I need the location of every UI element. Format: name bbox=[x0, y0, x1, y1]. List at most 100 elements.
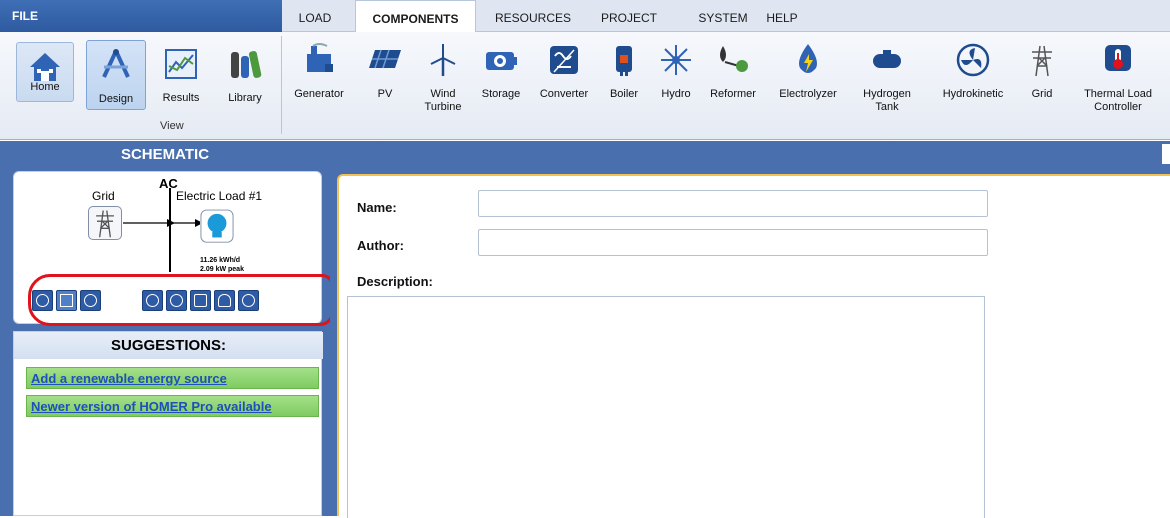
boiler-icon bbox=[616, 46, 632, 76]
load-peak: 2.09 kW peak bbox=[200, 266, 244, 273]
electrolyzer-icon bbox=[799, 44, 817, 73]
hydrogen-tank-icon bbox=[873, 50, 901, 68]
wind-turbine-icon bbox=[430, 44, 456, 76]
electrolyzer-label: Electrolyzer bbox=[779, 88, 837, 100]
wind-turbine-button[interactable]: Wind Turbine bbox=[417, 36, 469, 113]
converter-button[interactable]: Converter bbox=[532, 36, 596, 106]
hydrogen-tank-label: Hydrogen Tank bbox=[863, 88, 911, 113]
grid-node[interactable] bbox=[88, 206, 122, 240]
pv-button[interactable]: PV bbox=[360, 36, 410, 106]
description-textarea[interactable] bbox=[347, 296, 985, 518]
chart-icon bbox=[165, 49, 197, 79]
add-economics-shortcut[interactable] bbox=[142, 290, 163, 311]
author-input[interactable] bbox=[478, 229, 988, 256]
ribbon-toolbar: Home Design Results Library View Generat… bbox=[0, 32, 1170, 140]
author-label: Author: bbox=[357, 238, 404, 253]
hydrokinetic-icon bbox=[956, 43, 990, 77]
solar-panel-icon bbox=[369, 49, 401, 69]
hydro-turbine-icon bbox=[661, 45, 691, 75]
wind-turbine-label: Wind Turbine bbox=[424, 88, 462, 113]
tab-resources[interactable]: RESOURCES bbox=[488, 0, 578, 32]
schematic-title: SCHEMATIC bbox=[120, 146, 210, 163]
hydro-button[interactable]: Hydro bbox=[653, 36, 699, 106]
compass-icon bbox=[102, 49, 130, 78]
generator-label: Generator bbox=[294, 88, 344, 100]
home-label: Home bbox=[30, 81, 60, 93]
storage-label: Storage bbox=[481, 88, 521, 100]
cloud-icon bbox=[218, 294, 231, 307]
converter-icon bbox=[194, 294, 207, 307]
electrolyzer-button[interactable]: Electrolyzer bbox=[768, 36, 848, 106]
grid-button[interactable]: Grid bbox=[1022, 36, 1062, 106]
battery-icon bbox=[486, 52, 517, 70]
boiler-button[interactable]: Boiler bbox=[603, 36, 645, 106]
thermal-load-controller-button[interactable]: Thermal Load Controller bbox=[1072, 36, 1164, 113]
library-icon bbox=[231, 51, 262, 78]
hydrokinetic-button[interactable]: Hydrokinetic bbox=[930, 36, 1016, 106]
name-label: Name: bbox=[357, 200, 397, 215]
results-label: Results bbox=[162, 92, 200, 104]
boiler-label: Boiler bbox=[609, 88, 639, 100]
suggestions-panel: SUGGESTIONS: Add a renewable energy sour… bbox=[13, 331, 323, 516]
add-hydro-shortcut[interactable] bbox=[80, 290, 101, 311]
tab-help[interactable]: HELP bbox=[762, 0, 802, 32]
suggestion-link[interactable]: Newer version of HOMER Pro available bbox=[26, 395, 319, 417]
hydro-label: Hydro bbox=[661, 88, 691, 100]
storage-button[interactable]: Storage bbox=[473, 36, 529, 106]
hydrogen-tank-button[interactable]: Hydrogen Tank bbox=[852, 36, 922, 113]
home-icon bbox=[30, 53, 60, 81]
ac-bus-line bbox=[169, 188, 171, 272]
add-generator-shortcut[interactable] bbox=[32, 290, 53, 311]
schematic-diagram: AC Grid Electric Load #1 11.26 kWh/d 2.0… bbox=[13, 171, 334, 326]
reformer-label: Reformer bbox=[710, 88, 756, 100]
design-button[interactable]: Design bbox=[86, 40, 146, 110]
menu-tab-bar: FILE LOAD COMPONENTS RESOURCES PROJECT S… bbox=[0, 0, 1170, 33]
tab-components[interactable]: COMPONENTS bbox=[355, 0, 476, 33]
tab-load[interactable]: LOAD bbox=[290, 0, 340, 32]
add-hydrokinetic-shortcut[interactable] bbox=[238, 290, 259, 311]
library-button[interactable]: Library bbox=[216, 40, 274, 110]
left-panel: AC Grid Electric Load #1 11.26 kWh/d 2.0… bbox=[0, 168, 334, 516]
lightbulb-icon bbox=[200, 209, 234, 243]
suggestion-link[interactable]: Add a renewable energy source bbox=[26, 367, 319, 389]
electric-load-node[interactable] bbox=[200, 208, 234, 243]
generator-icon bbox=[307, 43, 333, 72]
generator-icon bbox=[36, 294, 49, 307]
home-button[interactable]: Home bbox=[16, 42, 74, 102]
tab-system[interactable]: SYSTEM bbox=[695, 0, 751, 32]
add-storage-shortcut[interactable] bbox=[166, 290, 187, 311]
load-node-label: Electric Load #1 bbox=[176, 189, 263, 203]
add-wind-shortcut[interactable] bbox=[56, 290, 77, 311]
converter-icon bbox=[550, 46, 578, 74]
dollar-icon bbox=[146, 294, 159, 307]
design-label: Design bbox=[98, 93, 134, 105]
tab-project[interactable]: PROJECT bbox=[595, 0, 663, 32]
connection-arrows bbox=[123, 219, 203, 227]
panel-edge-marker bbox=[1162, 144, 1170, 164]
name-input[interactable] bbox=[478, 190, 988, 217]
grid-tower-icon bbox=[1032, 45, 1052, 77]
wind-icon bbox=[60, 294, 73, 307]
generator-button[interactable]: Generator bbox=[288, 36, 350, 106]
thermometer-icon bbox=[1105, 45, 1131, 71]
converter-label: Converter bbox=[539, 88, 589, 100]
library-label: Library bbox=[228, 92, 262, 104]
view-group: Home Design Results Library View bbox=[10, 36, 282, 134]
view-group-label: View bbox=[160, 120, 184, 132]
suggestions-title: SUGGESTIONS: bbox=[14, 332, 323, 359]
grid-tower-icon bbox=[96, 210, 114, 238]
storage-icon bbox=[170, 294, 183, 307]
hydrokinetic-icon bbox=[242, 294, 255, 307]
load-energy: 11.26 kWh/d bbox=[200, 257, 241, 264]
add-converter-shortcut[interactable] bbox=[190, 290, 211, 311]
project-details-form: Name: Author: Description: bbox=[337, 174, 1170, 518]
file-tab[interactable]: FILE bbox=[0, 0, 282, 32]
pv-label: PV bbox=[377, 88, 393, 100]
reformer-icon bbox=[720, 46, 748, 72]
results-button[interactable]: Results bbox=[152, 40, 210, 110]
hydro-icon bbox=[84, 294, 97, 307]
reformer-button[interactable]: Reformer bbox=[702, 36, 764, 106]
description-label: Description: bbox=[357, 274, 433, 289]
add-weather-shortcut[interactable] bbox=[214, 290, 235, 311]
grid-node-label: Grid bbox=[92, 189, 115, 203]
